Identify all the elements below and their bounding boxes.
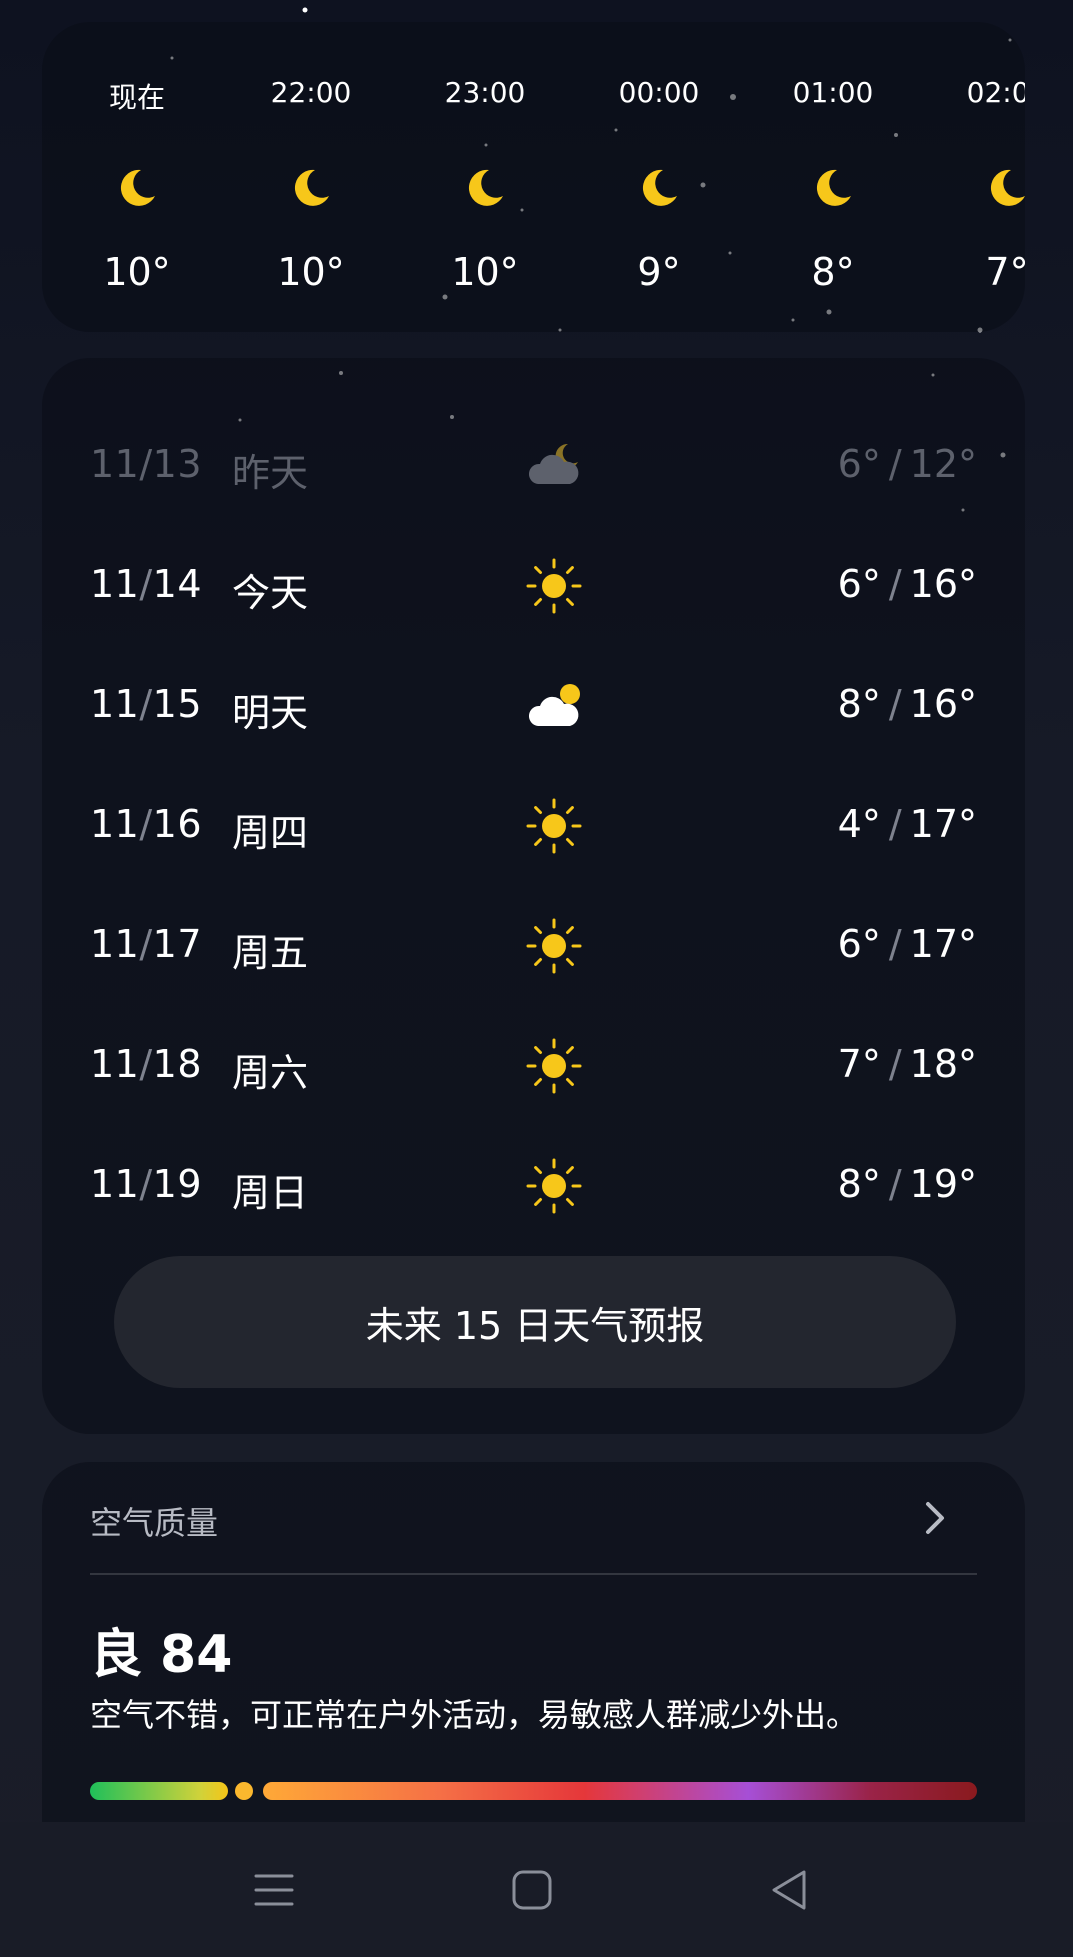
day-date: 11/17 [90,922,203,966]
day-temp-range: 4°/17° [837,802,977,846]
daily-row-yesterday[interactable]: 11/13 昨天 6°/12° [42,430,1025,500]
hour-temp: 8° [811,250,855,294]
back-icon[interactable] [766,1866,814,1914]
daily-forecast-card: 11/13 昨天 6°/12° 11/14 今天 6°/16° 11/15 明天… [42,358,1025,1434]
moon-icon [294,169,329,206]
moon-icon [468,169,503,206]
divider [90,1573,977,1575]
hour-time: 02:00 [966,76,1025,109]
day-date: 11/19 [90,1162,203,1206]
day-name: 明天 [232,691,309,735]
aqi-scale-bar [90,1782,977,1800]
day-name: 周五 [232,931,309,975]
hour-temp: 10° [277,250,345,294]
sun-icon [526,1158,582,1214]
day-name: 今天 [232,571,309,615]
hour-time: 01:00 [792,76,874,109]
aqi-scale-good-segment [90,1782,228,1800]
day-date: 11/16 [90,802,203,846]
system-navigation-bar [0,1822,1073,1957]
hour-time: 00:00 [618,76,700,109]
daily-row-tomorrow[interactable]: 11/15 明天 8°/16° [42,670,1025,740]
air-quality-description: 空气不错，可正常在户外活动，易敏感人群减少外出。 [90,1696,859,1734]
day-temp-range: 7°/18° [837,1042,977,1086]
day-temp-range: 8°/16° [837,682,977,726]
day-temp-range: 6°/17° [837,922,977,966]
menu-icon[interactable] [250,1866,298,1914]
daily-row[interactable]: 11/17 周五 6°/17° [42,910,1025,980]
moon-icon [990,169,1025,206]
hour-time: 22:00 [270,76,352,109]
aqi-scale-poor-segment [263,1782,977,1800]
hourly-item: 02:00 7° [942,22,1025,332]
day-temp-range: 8°/19° [837,1162,977,1206]
daily-row[interactable]: 11/16 周四 4°/17° [42,790,1025,860]
hourly-item: 现在 10° [72,22,202,332]
sun-icon [526,1038,582,1094]
hour-time: 现在 [108,81,165,114]
daily-row[interactable]: 11/18 周六 7°/18° [42,1030,1025,1100]
moon-icon [642,169,677,206]
air-quality-level: 良 84 [90,1625,233,1685]
hour-temp: 9° [637,250,681,294]
hourly-forecast-card[interactable]: 现在 10° 22:00 10° 23:00 10° 00:00 9° 01:0… [42,22,1025,332]
daily-row[interactable]: 11/19 周日 8°/19° [42,1150,1025,1220]
sun-icon [526,558,582,614]
day-date: 11/15 [90,682,203,726]
partly-cloudy-night-icon [528,443,579,484]
day-name: 昨天 [232,451,309,495]
fifteen-day-forecast-button[interactable]: 未来 15 日天气预报 [114,1256,956,1388]
moon-icon [816,169,851,206]
daily-row-today[interactable]: 11/14 今天 6°/16° [42,550,1025,620]
hourly-item: 01:00 8° [768,22,898,332]
sun-icon [526,918,582,974]
aqi-current-marker [235,1782,253,1800]
day-temp-range: 6°/12° [837,442,977,486]
day-date: 11/18 [90,1042,203,1086]
hourly-item: 22:00 10° [246,22,376,332]
day-name: 周四 [232,811,309,855]
home-icon[interactable] [508,1866,556,1914]
moon-icon [120,169,155,206]
air-quality-title: 空气质量 [90,1504,219,1542]
hour-time: 23:00 [444,76,526,109]
hour-temp: 10° [451,250,519,294]
day-date: 11/14 [90,562,203,606]
day-name: 周六 [232,1051,309,1095]
chevron-right-icon[interactable] [923,1498,947,1538]
sun-icon [526,798,582,854]
hour-temp: 7° [985,250,1025,294]
day-temp-range: 6°/16° [837,562,977,606]
hourly-item: 00:00 9° [594,22,724,332]
air-quality-card[interactable]: 空气质量 良 84 空气不错，可正常在户外活动，易敏感人群减少外出。 [42,1462,1025,1822]
weather-page: 现在 10° 22:00 10° 23:00 10° 00:00 9° 01:0… [0,0,1073,1957]
partly-cloudy-day-icon [528,684,580,726]
day-date: 11/13 [90,442,203,486]
hour-temp: 10° [103,250,171,294]
day-name: 周日 [232,1171,309,1215]
hourly-item: 23:00 10° [420,22,550,332]
